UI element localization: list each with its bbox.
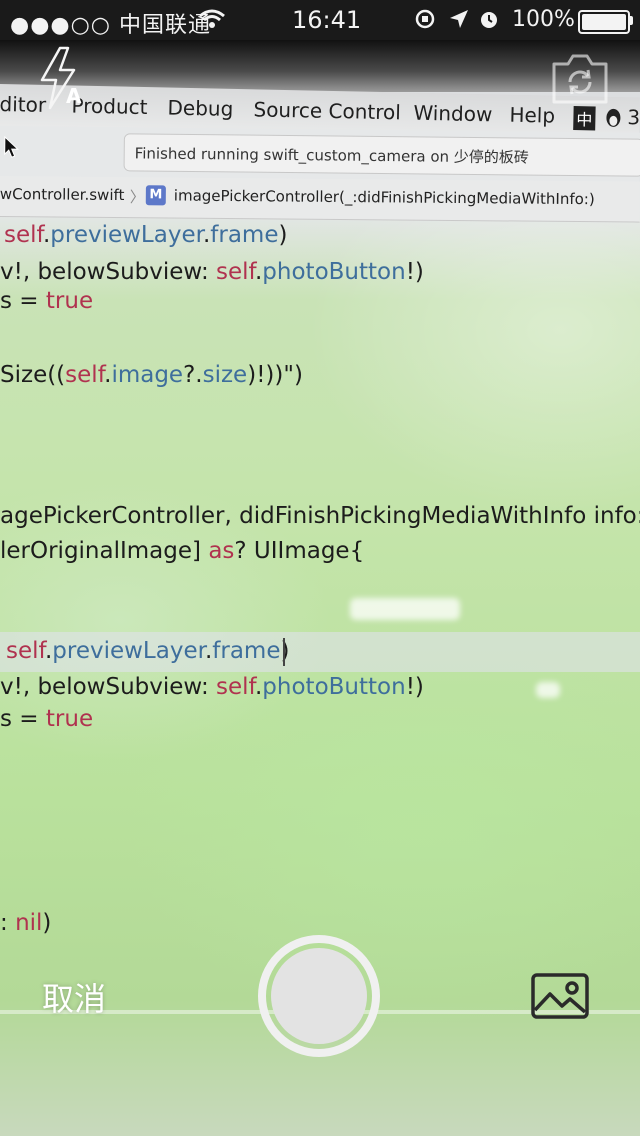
camera-bottom-controls: 取消	[0, 930, 640, 1136]
jumpbar-method: imagePickerController(_:didFinishPicking…	[173, 186, 595, 209]
clock: 16:41	[292, 6, 362, 34]
menu-item-window: Window	[413, 100, 493, 127]
battery-nub	[629, 16, 633, 25]
code-line: lerOriginalImage] as? UIImage{	[0, 538, 365, 564]
menu-item-source-control: Source Control	[253, 97, 402, 125]
photographed-jumpbar: wController.swift 〉 M imagePickerControl…	[0, 176, 640, 223]
camera-rotate-icon	[552, 54, 608, 104]
cancel-button[interactable]: 取消	[42, 974, 106, 1020]
screen-glare	[536, 682, 560, 698]
code-line: s = true	[0, 288, 94, 314]
menu-item-debug: Debug	[167, 95, 234, 121]
battery-percentage: 100%	[512, 7, 575, 32]
code-line: s = true	[0, 706, 94, 732]
mouse-pointer-icon	[4, 136, 20, 158]
wifi-icon	[199, 9, 225, 28]
code-line: Size((self.image?.size)!))")	[0, 362, 303, 388]
shutter-icon	[271, 948, 367, 1044]
method-badge: M	[145, 185, 166, 206]
carrier-name: ●●●○○ 中国联通	[10, 13, 211, 38]
battery-icon	[578, 10, 630, 34]
screen-glare	[350, 598, 460, 620]
menubar-count: 3	[627, 105, 640, 130]
photo-library-button[interactable]	[530, 972, 590, 1020]
activity-status: Finished running swift_custom_camera on …	[123, 133, 640, 177]
flash-mode-letter: A	[66, 84, 82, 108]
code-line: v!, belowSubview: self.photoButton!)	[0, 674, 424, 700]
ios-status-bar: ●●●○○ 中国联通 16:41 100%	[0, 0, 640, 40]
code-line: self.previewLayer.frame)	[6, 638, 289, 664]
text-caret	[283, 638, 285, 666]
code-line: self.previewLayer.frame)	[4, 222, 288, 248]
switch-camera-button[interactable]	[548, 46, 612, 110]
code-line: v!, belowSubview: self.photoButton!)	[0, 259, 424, 285]
location-icon	[450, 10, 468, 28]
orientation-lock-icon	[415, 9, 435, 29]
photo-library-icon	[531, 973, 589, 1019]
shutter-button[interactable]	[258, 935, 380, 1057]
alarm-icon	[481, 12, 497, 28]
flash-button[interactable]: A	[36, 46, 86, 110]
jumpbar-file: wController.swift	[0, 184, 125, 205]
viewfinder-top-shade	[0, 40, 640, 92]
code-line: agePickerController, didFinishPickingMed…	[0, 503, 640, 529]
jumpbar-separator: 〉	[129, 188, 145, 207]
